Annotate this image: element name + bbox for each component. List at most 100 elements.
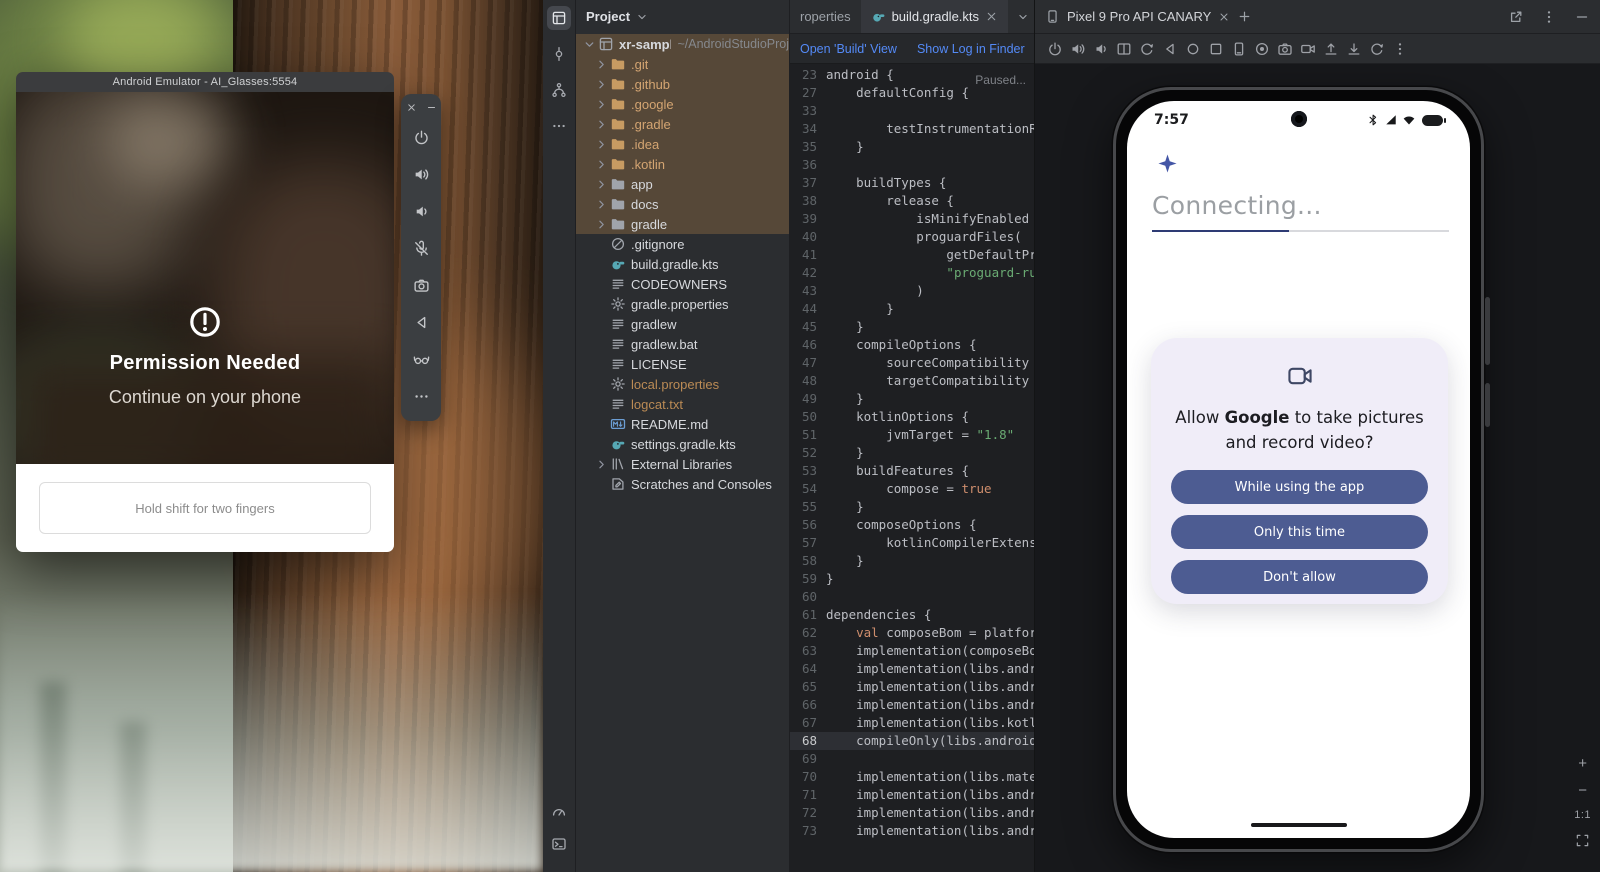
new-tab-icon[interactable] (1237, 9, 1252, 24)
code-line[interactable]: 38 release { (790, 192, 1034, 210)
tree-item[interactable]: README.md (576, 414, 789, 434)
code-line[interactable]: 48 targetCompatibility (790, 372, 1034, 390)
tree-item[interactable]: .google (576, 94, 789, 114)
code-line[interactable]: 63 implementation(composeBo (790, 642, 1034, 660)
tree-item[interactable]: CODEOWNERS (576, 274, 789, 294)
show-log-in-finder-link[interactable]: Show Log in Finder (917, 42, 1025, 56)
overview-icon[interactable] (1208, 41, 1224, 57)
volume-up-icon[interactable] (1070, 41, 1086, 57)
chevron-right-icon[interactable] (594, 217, 609, 232)
code-editor[interactable]: Paused... 23android {27 defaultConfig {3… (790, 64, 1034, 872)
camera-icon[interactable] (1277, 41, 1293, 57)
code-line[interactable]: 50 kotlinOptions { (790, 408, 1034, 426)
open-in-new-icon[interactable] (1508, 9, 1524, 25)
zoom-out-button[interactable]: − (1578, 783, 1587, 798)
home-indicator[interactable] (1251, 823, 1347, 828)
tree-item[interactable]: .git (576, 54, 789, 74)
fold-icon[interactable] (1116, 41, 1132, 57)
code-line[interactable]: 68 compileOnly(libs.android (790, 732, 1034, 750)
chevron-right-icon[interactable] (594, 157, 609, 172)
tree-item[interactable]: .kotlin (576, 154, 789, 174)
code-line[interactable]: 59} (790, 570, 1034, 588)
chevron-right-icon[interactable] (594, 457, 609, 472)
chevron-right-icon[interactable] (594, 57, 609, 72)
code-line[interactable]: 42 "proguard-ru (790, 264, 1034, 282)
chevron-right-icon[interactable] (594, 177, 609, 192)
code-line[interactable]: 46 compileOptions { (790, 336, 1034, 354)
code-line[interactable]: 52 } (790, 444, 1034, 462)
tree-item[interactable]: gradlew (576, 314, 789, 334)
power-icon[interactable] (413, 129, 430, 146)
open-build-view-link[interactable]: Open 'Build' View (800, 42, 897, 56)
code-line[interactable]: 54 compose = true (790, 480, 1034, 498)
structure-icon[interactable] (547, 78, 571, 102)
chevron-right-icon[interactable] (594, 97, 609, 112)
code-line[interactable]: 58 } (790, 552, 1034, 570)
emulator-camera-view[interactable]: Permission Needed Continue on your phone (16, 92, 394, 464)
tree-item[interactable]: gradle (576, 214, 789, 234)
tree-item[interactable]: local.properties (576, 374, 789, 394)
fit-screen-icon[interactable] (1575, 833, 1590, 848)
tree-item[interactable]: docs (576, 194, 789, 214)
code-line[interactable]: 64 implementation(libs.andr (790, 660, 1034, 678)
code-line[interactable]: 71 implementation(libs.andr (790, 786, 1034, 804)
code-line[interactable]: 45 } (790, 318, 1034, 336)
back-icon[interactable] (413, 314, 430, 331)
volume-down-icon[interactable] (1093, 41, 1109, 57)
code-line[interactable]: 73 implementation(libs.andr (790, 822, 1034, 840)
code-line[interactable]: 51 jvmTarget = "1.8" (790, 426, 1034, 444)
code-line[interactable]: 55 } (790, 498, 1034, 516)
code-line[interactable]: 62 val composeBom = platfor (790, 624, 1034, 642)
code-line[interactable]: 61dependencies { (790, 606, 1034, 624)
device-tab[interactable]: Pixel 9 Pro API CANARY (1067, 9, 1211, 24)
tree-item[interactable]: .github (576, 74, 789, 94)
code-line[interactable]: 41 getDefaultPr (790, 246, 1034, 264)
tree-item[interactable]: External Libraries (576, 454, 789, 474)
close-icon[interactable] (1218, 11, 1230, 23)
hidden-tabs-dropdown[interactable] (1008, 0, 1034, 33)
tree-item[interactable]: xr-samples~/AndroidStudioProj (576, 34, 789, 54)
volume-up-icon[interactable] (413, 166, 430, 183)
code-line[interactable]: 44 } (790, 300, 1034, 318)
code-line[interactable]: 66 implementation(libs.andr (790, 696, 1034, 714)
code-line[interactable]: 37 buildTypes { (790, 174, 1034, 192)
home-icon[interactable] (1185, 41, 1201, 57)
snapshot-icon[interactable] (1369, 41, 1385, 57)
rotate-icon[interactable] (1139, 41, 1155, 57)
volume-down-icon[interactable] (413, 203, 430, 220)
chevron-right-icon[interactable] (594, 117, 609, 132)
zoom-in-button[interactable]: + (1578, 756, 1587, 771)
zoom-ratio-button[interactable]: 1:1 (1574, 810, 1591, 821)
code-line[interactable]: 72 implementation(libs.andr (790, 804, 1034, 822)
tab-gradle-properties[interactable]: roperties (790, 0, 861, 33)
more-horiz-icon[interactable] (413, 388, 430, 405)
tree-item[interactable]: gradlew.bat (576, 334, 789, 354)
more-horiz-icon[interactable] (547, 114, 571, 138)
close-icon[interactable] (406, 102, 417, 113)
camera-icon[interactable] (413, 277, 430, 294)
code-line[interactable]: 69 (790, 750, 1034, 768)
code-line[interactable]: 57 kotlinCompilerExtens (790, 534, 1034, 552)
chevron-right-icon[interactable] (594, 77, 609, 92)
code-line[interactable]: 39 isMinifyEnabled (790, 210, 1034, 228)
chevron-right-icon[interactable] (594, 197, 609, 212)
more-vert-icon[interactable] (1392, 41, 1408, 57)
project-panel-header[interactable]: Project (576, 0, 789, 34)
chevron-right-icon[interactable] (594, 137, 609, 152)
code-line[interactable]: 47 sourceCompatibility (790, 354, 1034, 372)
minimize-icon[interactable] (426, 102, 437, 113)
glasses-icon[interactable] (413, 351, 430, 368)
gauge-icon[interactable] (547, 800, 571, 824)
commit-icon[interactable] (547, 42, 571, 66)
permission-dialog-button[interactable]: Don't allow (1171, 560, 1428, 594)
tree-item[interactable]: .idea (576, 134, 789, 154)
chevron-down-icon[interactable] (582, 37, 597, 52)
code-line[interactable]: 65 implementation(libs.andr (790, 678, 1034, 696)
tree-item[interactable]: .gradle (576, 114, 789, 134)
terminal-icon[interactable] (547, 832, 571, 856)
code-line[interactable]: 36 (790, 156, 1034, 174)
tree-item[interactable]: logcat.txt (576, 394, 789, 414)
code-line[interactable]: 60 (790, 588, 1034, 606)
tree-item[interactable]: LICENSE (576, 354, 789, 374)
download-icon[interactable] (1346, 41, 1362, 57)
